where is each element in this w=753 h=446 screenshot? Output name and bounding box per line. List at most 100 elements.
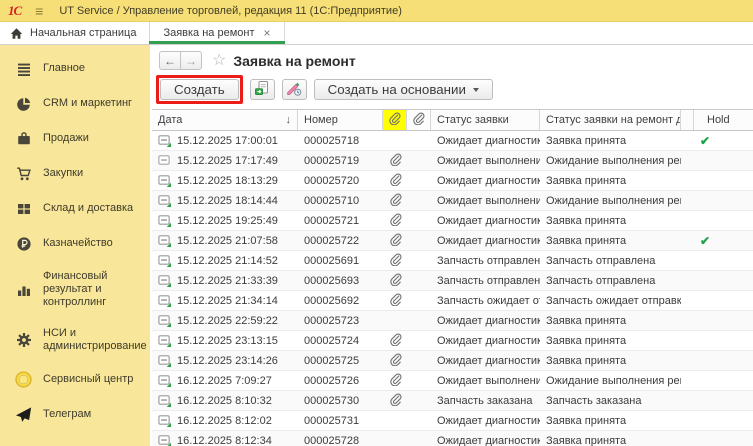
cell-client-status: Ожидание выполнения ремонта	[540, 371, 681, 390]
sidebar-item-main[interactable]: Главное	[0, 51, 150, 86]
number-value: 000025691	[304, 255, 359, 267]
back-icon: ←	[164, 54, 176, 68]
sidebar-item-warehouse[interactable]: Склад и доставка	[0, 191, 150, 226]
cell-client-status: Запчасть заказана	[540, 391, 681, 410]
status-value: Запчасть заказана	[437, 395, 532, 407]
cell-attachment	[383, 191, 407, 210]
cell-client-status: Заявка принята	[540, 131, 681, 150]
column-header-attachment-2[interactable]	[407, 110, 431, 130]
cell-status: Ожидает диагностики	[431, 171, 540, 190]
home-page-button[interactable]: Начальная страница	[0, 22, 149, 44]
cell-spacer	[681, 271, 694, 290]
close-icon[interactable]: ×	[264, 27, 271, 39]
warehouse-grid-icon	[15, 200, 32, 217]
cell-attachment-2	[407, 431, 431, 446]
cell-attachment-2	[407, 131, 431, 150]
table-row[interactable]: 15.12.2025 17:17:49000025719Ожидает выпо…	[152, 151, 753, 171]
sidebar-item-sales[interactable]: Продажи	[0, 121, 150, 156]
cell-spacer	[681, 171, 694, 190]
sidebar-item-telegram[interactable]: Телеграм	[0, 397, 150, 432]
cell-number: 000025710	[298, 191, 383, 210]
date-value: 15.12.2025 23:13:15	[177, 335, 278, 347]
home-page-label: Начальная страница	[30, 27, 136, 39]
column-header-status[interactable]: Статус заявки	[431, 110, 540, 130]
sidebar-item-purchases[interactable]: Закупки	[0, 156, 150, 191]
tab-repair-request[interactable]: Заявка на ремонт ×	[149, 22, 284, 44]
cell-attachment	[383, 311, 407, 330]
hamburger-menu-icon[interactable]: ≡	[35, 4, 43, 18]
table-row[interactable]: 15.12.2025 21:34:14000025692Запчасть ожи…	[152, 291, 753, 311]
column-header-hold[interactable]: Hold	[694, 110, 753, 130]
sidebar-item-crm[interactable]: CRM и маркетинг	[0, 86, 150, 121]
column-header-number[interactable]: Номер	[298, 110, 383, 130]
cell-attachment	[383, 291, 407, 310]
cell-attachment	[383, 251, 407, 270]
cell-date: 15.12.2025 21:14:52	[152, 251, 298, 270]
paperclip-icon	[389, 213, 402, 229]
cell-client-status: Заявка принята	[540, 231, 681, 250]
column-header-attachment-1[interactable]	[383, 110, 407, 130]
client-status-value: Заявка принята	[546, 215, 626, 227]
table-row[interactable]: 16.12.2025 8:12:02000025731Ожидает диагн…	[152, 411, 753, 431]
create-button[interactable]: Создать	[160, 79, 239, 100]
table-row[interactable]: 15.12.2025 19:25:49000025721Ожидает диаг…	[152, 211, 753, 231]
table-row[interactable]: 16.12.2025 7:09:27000025726Ожидает выпол…	[152, 371, 753, 391]
column-header-date[interactable]: Дата↓	[152, 110, 298, 130]
column-header-spacer[interactable]	[681, 110, 694, 130]
client-status-value: Заявка принята	[546, 135, 626, 147]
cell-spacer	[681, 431, 694, 446]
table-row[interactable]: 15.12.2025 23:13:15000025724Ожидает диаг…	[152, 331, 753, 351]
cell-attachment	[383, 211, 407, 230]
sidebar-item-finance[interactable]: Финансовый результат и контроллинг	[0, 261, 150, 318]
forward-button[interactable]: →	[180, 51, 202, 70]
sidebar-item-treasury[interactable]: Казначейство	[0, 226, 150, 261]
cell-hold: ✔	[694, 131, 753, 150]
cell-hold	[694, 251, 753, 270]
table-row[interactable]: 15.12.2025 18:13:29000025720Ожидает диаг…	[152, 171, 753, 191]
copy-document-button[interactable]	[250, 79, 275, 100]
annotation-highlight-box: Создать	[156, 75, 243, 104]
table-row[interactable]: 15.12.2025 21:07:58000025722Ожидает диаг…	[152, 231, 753, 251]
cell-spacer	[681, 411, 694, 430]
cell-attachment	[383, 131, 407, 150]
cell-spacer	[681, 391, 694, 410]
cell-status: Запчасть заказана	[431, 391, 540, 410]
column-header-label: Статус заявки	[437, 114, 509, 126]
back-button[interactable]: ←	[159, 51, 181, 70]
table-row[interactable]: 16.12.2025 8:10:32000025730Запчасть зака…	[152, 391, 753, 411]
table-row[interactable]: 15.12.2025 21:33:39000025693Запчасть отп…	[152, 271, 753, 291]
number-value: 000025692	[304, 295, 359, 307]
paperclip-icon	[388, 112, 401, 128]
paperclip-icon	[389, 153, 402, 169]
cell-status: Запчасть отправлена	[431, 251, 540, 270]
table-row[interactable]: 15.12.2025 22:59:22000025723Ожидает диаг…	[152, 311, 753, 331]
column-header-client-status[interactable]: Статус заявки на ремонт для кл...	[540, 110, 681, 130]
sidebar-item-nsi[interactable]: НСИ и администрирование	[0, 318, 150, 362]
cell-attachment	[383, 351, 407, 370]
date-value: 15.12.2025 21:33:39	[177, 275, 278, 287]
cell-status: Ожидает выполнени...	[431, 371, 540, 390]
cell-hold	[694, 351, 753, 370]
table-row[interactable]: 16.12.2025 8:12:34000025728Ожидает диагн…	[152, 431, 753, 446]
pencil-clock-button[interactable]	[282, 79, 307, 100]
table-row[interactable]: 15.12.2025 18:14:44000025710Ожидает выпо…	[152, 191, 753, 211]
cell-hold	[694, 411, 753, 430]
client-status-value: Запчасть заказана	[546, 395, 641, 407]
sidebar-item-service-center[interactable]: Сервисный центр	[0, 362, 150, 397]
cell-hold	[694, 331, 753, 350]
favorite-star-icon[interactable]: ☆	[212, 53, 226, 69]
create-based-on-button[interactable]: Создать на основании	[314, 79, 493, 100]
table-row[interactable]: 15.12.2025 21:14:52 000025691 Запчасть отп…	[152, 251, 753, 271]
cell-date: 16.12.2025 7:09:27	[152, 371, 298, 390]
status-value: Ожидает диагностики	[437, 235, 540, 247]
cell-number: 000025728	[298, 431, 383, 446]
document-posted-icon	[158, 374, 171, 387]
1c-logo: 1С	[8, 3, 21, 19]
cell-client-status: Запчасть отправлена	[540, 251, 681, 270]
cell-client-status: Заявка принята	[540, 351, 681, 370]
table-row[interactable]: 15.12.2025 17:00:01000025718Ожидает диаг…	[152, 131, 753, 151]
client-status-value: Заявка принята	[546, 335, 626, 347]
table-row[interactable]: 15.12.2025 23:14:26000025725Ожидает диаг…	[152, 351, 753, 371]
date-value: 15.12.2025 18:13:29	[177, 175, 278, 187]
status-value: Ожидает диагностики	[437, 435, 540, 446]
